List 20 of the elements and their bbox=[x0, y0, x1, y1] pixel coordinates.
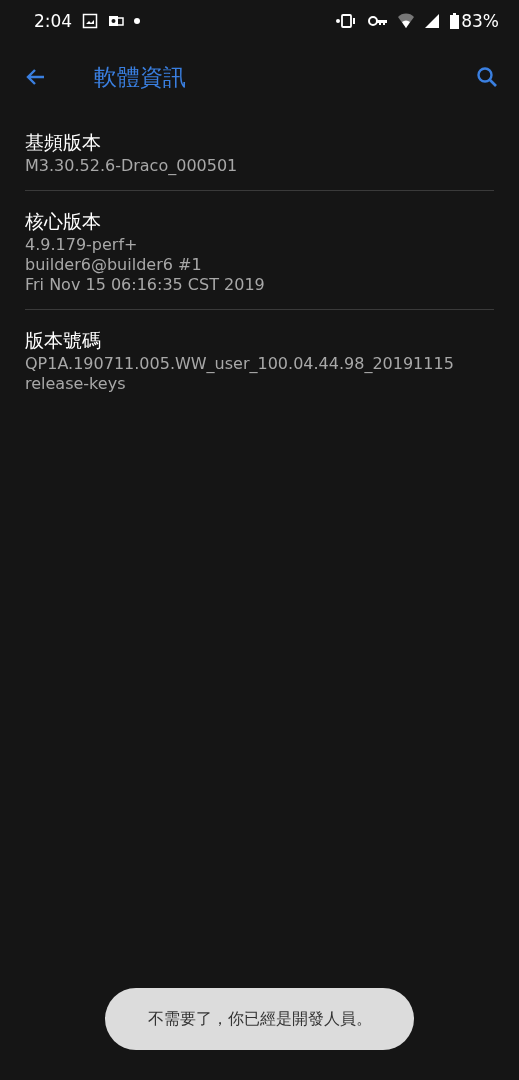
battery-icon bbox=[450, 13, 460, 29]
item-value: release-keys bbox=[25, 374, 127, 394]
wifi-icon bbox=[398, 13, 415, 29]
item-value: Fri Nov 15 06:16:35 CST 2019 bbox=[25, 275, 266, 295]
item-title[interactable]: 核心版本 bbox=[25, 207, 494, 235]
search-icon bbox=[475, 65, 499, 89]
image-icon bbox=[82, 13, 99, 29]
battery-percent: 83% bbox=[461, 11, 499, 31]
item-value: builder6@builder6 #1 bbox=[25, 255, 203, 275]
item-value: QP1A.190711.005.WW_user_100.04.44.98_20191115 bbox=[25, 354, 455, 374]
key-icon bbox=[368, 15, 389, 27]
item-title[interactable]: 基頻版本 bbox=[25, 128, 494, 156]
item-value: M3.30.52.6-Draco_000501 bbox=[25, 156, 239, 176]
page-title: 軟體資訊 bbox=[94, 62, 187, 92]
dot-icon bbox=[134, 18, 141, 24]
toast-message: 不需要了，你已經是開發人員。 bbox=[105, 988, 414, 1050]
signal-icon bbox=[424, 13, 441, 29]
item-title[interactable]: 版本號碼 bbox=[25, 326, 494, 354]
item-value: 4.9.179-perf+ bbox=[25, 235, 139, 255]
status-time: 2:04 bbox=[34, 11, 73, 31]
